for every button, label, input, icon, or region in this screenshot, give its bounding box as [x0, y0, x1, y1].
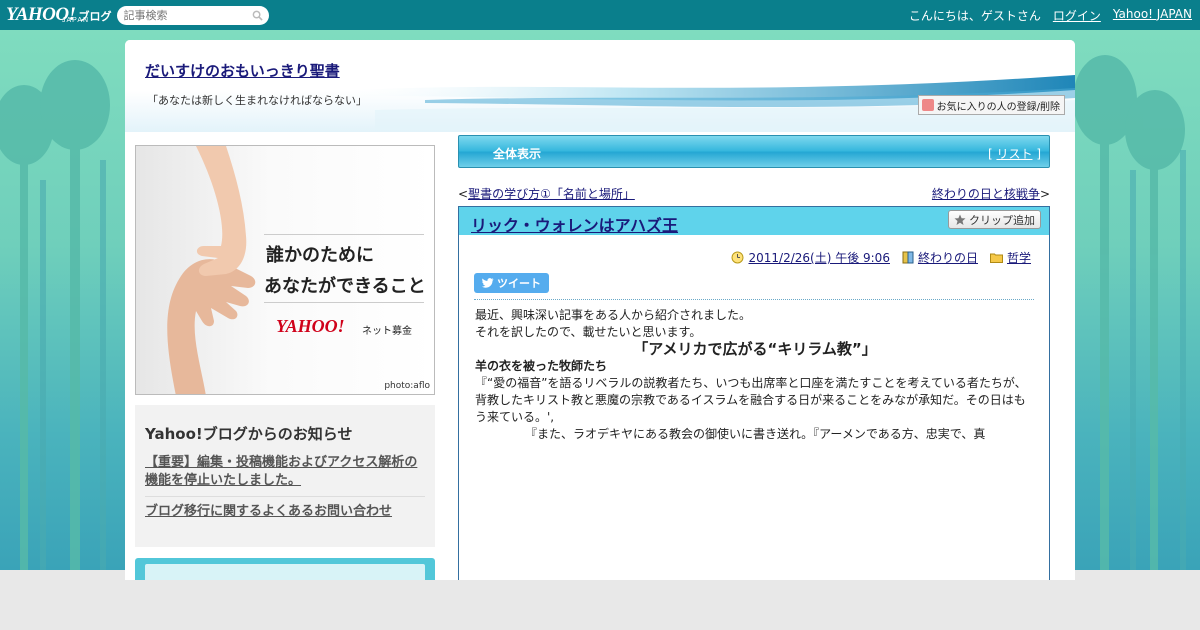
- blog-container: だいすけのおもいっきり聖書 「あなたは新しく生まれなければならない」 お気に入り…: [125, 40, 1075, 580]
- body-paragraph: 『“愛の福音”を語るリベラルの説教者たち、いつも出席率と口座を満たすことを考えて…: [475, 376, 1027, 424]
- favorite-icon: [921, 99, 934, 111]
- article: リック・ウォレンはアハズ王 クリップ追加 2011/2/26(土) 午後 9:0…: [458, 206, 1050, 580]
- next-article: 終わりの日と核戦争>: [931, 187, 1050, 201]
- body-paragraph: 最近、興味深い記事をある人から紹介されました。: [475, 308, 752, 322]
- ad-divider-bottom: [264, 302, 424, 303]
- notice-link-important[interactable]: 【重要】編集・投稿機能およびアクセス解析の機能を停止いたしました。: [145, 454, 425, 490]
- article-subheading: 羊の衣を被った牧師たち: [475, 359, 608, 373]
- greeting-text: こんにちは、ゲストさん: [908, 8, 1041, 23]
- notice-heading: Yahoo!ブログからのお知らせ: [145, 425, 353, 443]
- article-section-heading: 「アメリカで広がる“キリラム教”」: [633, 340, 877, 358]
- ad-headline-2: あなたができること: [264, 276, 426, 297]
- clock-icon: [731, 251, 744, 264]
- ad-photo-credit: photo:aflo: [384, 381, 430, 391]
- hands-illustration: [167, 146, 256, 394]
- folder-icon: [989, 253, 1003, 263]
- article-body: 最近、興味深い記事をある人から紹介されました。 それを訳したので、載せたいと思い…: [475, 307, 1035, 443]
- favorite-register-button[interactable]: お気に入りの人の登録/削除: [917, 95, 1065, 115]
- search-input[interactable]: [123, 8, 244, 22]
- yahoo-blog-notice: Yahoo!ブログからのお知らせ 【重要】編集・投稿機能およびアクセス解析の機能…: [135, 405, 435, 547]
- category-link-1[interactable]: 終わりの日: [918, 249, 978, 266]
- user-links: こんにちは、ゲストさん ログイン Yahoo! JAPAN: [909, 7, 1192, 24]
- clip-button-label: クリップ追加: [969, 213, 1035, 227]
- article-meta: 2011/2/26(土) 午後 9:06 終わりの日 哲学: [731, 249, 1031, 266]
- ad-headline-1: 誰かのために: [266, 245, 374, 266]
- blog-title[interactable]: だいすけのおもいっきり聖書: [145, 60, 340, 81]
- body-paragraph: それを訳したので、載せたいと思います。: [475, 325, 702, 339]
- ad-logo-sub: ネット募金: [362, 326, 412, 337]
- search-icon[interactable]: [252, 10, 264, 21]
- logo-japan-text: JAPAN: [62, 17, 90, 24]
- article-date-link[interactable]: 2011/2/26(土) 午後 9:06: [748, 249, 889, 266]
- article-divider: [474, 299, 1034, 300]
- star-icon: [954, 214, 966, 225]
- list-view-toggle: [ リスト ]: [988, 145, 1041, 162]
- login-link[interactable]: ログイン: [1053, 7, 1101, 24]
- tweet-button[interactable]: ツイート: [474, 273, 549, 293]
- ad-yahoo-logo: YAHOO!: [276, 316, 345, 336]
- article-category-2: 哲学: [989, 249, 1031, 266]
- article-category-1: 終わりの日: [902, 249, 978, 266]
- article-title[interactable]: リック・ウォレンはアハズ王: [471, 212, 678, 236]
- body-quote: 『また、ラオデキヤにある教会の御使いに書き送れ。『アーメンである方、忠実で、真: [525, 427, 986, 441]
- prev-article: <聖書の学び方①「名前と場所」: [458, 187, 635, 201]
- next-article-link[interactable]: 終わりの日と核戦争: [932, 187, 1040, 201]
- category-link-2[interactable]: 哲学: [1007, 249, 1031, 266]
- yahoo-japan-link[interactable]: Yahoo! JAPAN: [1113, 7, 1192, 24]
- tweet-button-label: ツイート: [497, 277, 541, 290]
- favorite-button-label: お気に入りの人の登録/削除: [936, 101, 1060, 113]
- notice-separator: [145, 496, 425, 497]
- article-date: 2011/2/26(土) 午後 9:06: [731, 249, 890, 266]
- article-navigation: <聖書の学び方①「名前と場所」 終わりの日と核戦争>: [458, 185, 1050, 201]
- view-tab-bar: 全体表示 [ リスト ]: [458, 135, 1050, 168]
- donation-ad-banner[interactable]: 誰かのために あなたができること YAHOO! ネット募金 photo:aflo: [135, 145, 435, 395]
- book-icon: [902, 251, 914, 264]
- prev-article-link[interactable]: 聖書の学び方①「名前と場所」: [468, 187, 635, 201]
- tab-all-view[interactable]: 全体表示: [493, 145, 541, 162]
- blog-header: だいすけのおもいっきり聖書 「あなたは新しく生まれなければならない」 お気に入り…: [125, 40, 1075, 132]
- left-widget-inner: [145, 564, 425, 580]
- search-box: [117, 5, 270, 25]
- ad-divider-top: [264, 234, 424, 235]
- yahoo-blog-logo[interactable]: YAHOO! ブログ: [6, 4, 111, 26]
- blog-subtitle: 「あなたは新しく生まれなければならない」: [147, 94, 367, 107]
- article-header: リック・ウォレンはアハズ王 クリップ追加: [459, 207, 1049, 235]
- list-bracket-close: ]: [1036, 147, 1041, 161]
- twitter-bird-icon: [482, 278, 494, 288]
- clip-add-button[interactable]: クリップ追加: [948, 210, 1041, 229]
- list-view-link[interactable]: リスト: [996, 147, 1032, 161]
- left-widget-box: [135, 558, 435, 580]
- notice-link-faq[interactable]: ブログ移行に関するよくあるお問い合わせ: [145, 503, 425, 521]
- list-bracket-open: [: [987, 147, 993, 161]
- top-navigation-bar: YAHOO! ブログ JAPAN こんにちは、ゲストさん ログイン Yahoo!…: [0, 0, 1200, 30]
